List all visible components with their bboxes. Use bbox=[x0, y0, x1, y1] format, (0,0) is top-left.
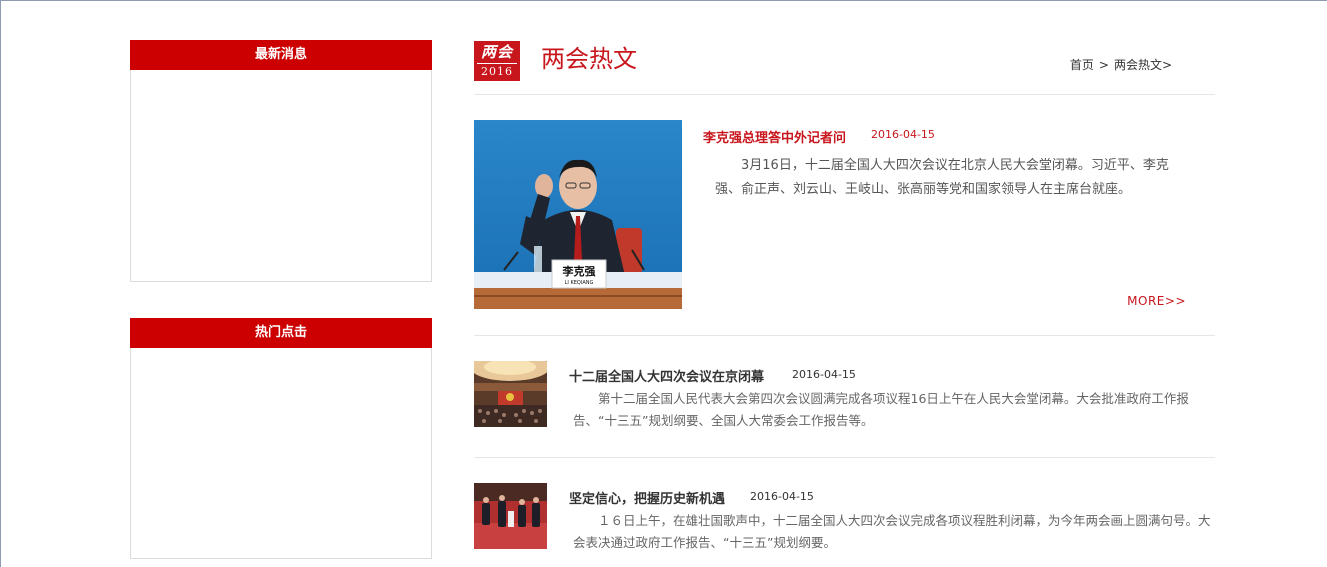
list-item: 坚定信心，把握历史新机遇 2016-04-15 １６日上午，在雄壮国歌声中，十二… bbox=[474, 482, 1215, 567]
logo-year: 2016 bbox=[477, 63, 517, 79]
featured-date: 2016-04-15 bbox=[871, 128, 935, 141]
featured-article: 李克强 LI KEQIANG 李克强总理答中外记者问 2016-04-15 3月… bbox=[474, 120, 1215, 336]
article-thumbnail[interactable] bbox=[474, 483, 547, 549]
featured-summary: 3月16日，十二届全国人大四次会议在北京人民大会堂闭幕。习近平、李克强、俞正声、… bbox=[715, 158, 1169, 197]
article-title-link[interactable]: 坚定信心，把握历史新机遇 bbox=[569, 488, 725, 507]
logo-text: 两会 bbox=[480, 43, 513, 61]
breadcrumb-separator: > bbox=[1098, 58, 1109, 72]
latest-news-panel: 最新消息 bbox=[130, 40, 432, 282]
article-thumbnail[interactable] bbox=[474, 361, 547, 427]
breadcrumb-home-link[interactable]: 首页 bbox=[1070, 58, 1094, 72]
article-title-link[interactable]: 十二届全国人大四次会议在京闭幕 bbox=[569, 366, 764, 385]
page-title: 两会热文 bbox=[541, 45, 637, 73]
article-summary: 第十二届全国人民代表大会第四次会议圆满完成各项议程16日上午在人民大会堂闭幕。大… bbox=[573, 391, 1189, 428]
article-summary: １６日上午，在雄壮国歌声中，十二届全国人大四次会议完成各项议程胜利闭幕，为今年两… bbox=[573, 513, 1211, 550]
nameplate-pinyin: LI KEQIANG bbox=[565, 280, 594, 286]
breadcrumb: 首页 > 两会热文> bbox=[1070, 56, 1172, 73]
featured-photo[interactable]: 李克强 LI KEQIANG bbox=[474, 120, 682, 309]
more-link[interactable]: MORE>> bbox=[1127, 294, 1186, 308]
featured-title-link[interactable]: 李克强总理答中外记者问 bbox=[703, 127, 846, 146]
hot-clicks-header: 热门点击 bbox=[130, 318, 432, 348]
section-header: 两会 2016 两会热文 首页 > 两会热文> bbox=[474, 40, 1215, 95]
nameplate-name: 李克强 bbox=[562, 264, 596, 278]
latest-news-header: 最新消息 bbox=[130, 40, 432, 70]
list-item: 十二届全国人大四次会议在京闭幕 2016-04-15 第十二届全国人民代表大会第… bbox=[474, 360, 1215, 458]
two-sessions-logo: 两会 2016 bbox=[474, 41, 520, 81]
article-date: 2016-04-15 bbox=[792, 368, 856, 381]
breadcrumb-current-link[interactable]: 两会热文> bbox=[1114, 58, 1172, 72]
hot-clicks-panel: 热门点击 bbox=[130, 318, 432, 559]
article-date: 2016-04-15 bbox=[750, 490, 814, 503]
